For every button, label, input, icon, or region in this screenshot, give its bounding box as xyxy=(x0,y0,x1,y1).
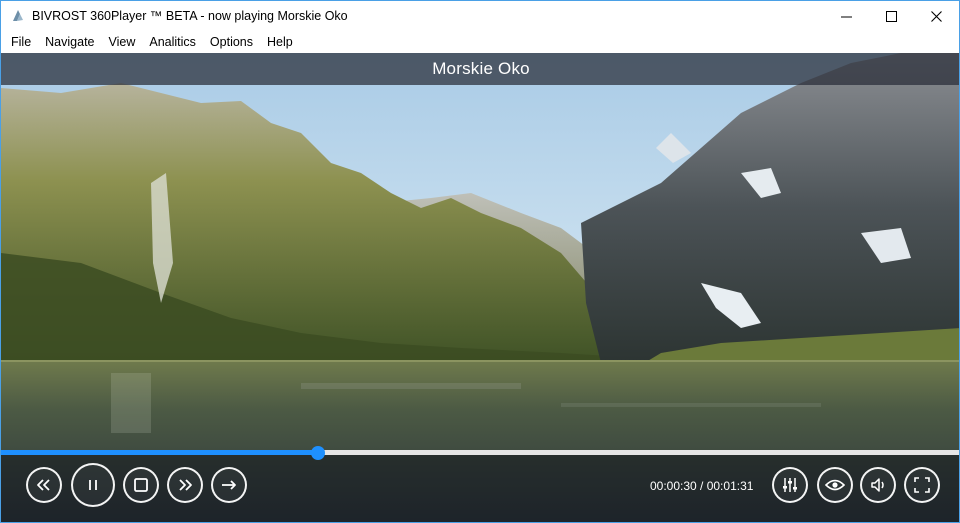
minimize-icon xyxy=(840,16,852,17)
minimize-button[interactable] xyxy=(823,1,869,31)
stop-icon xyxy=(134,478,148,492)
pause-icon xyxy=(89,480,97,490)
volume-button[interactable] xyxy=(860,467,896,503)
video-title-bar: Morskie Oko xyxy=(1,53,959,85)
close-icon xyxy=(930,10,942,22)
fullscreen-button[interactable] xyxy=(904,467,940,503)
seek-handle[interactable] xyxy=(310,446,325,460)
menu-file[interactable]: File xyxy=(4,31,38,53)
video-viewport[interactable]: Morskie Oko 00:00:30 / 00:01:31 xyxy=(0,53,960,523)
time-display: 00:00:30 / 00:01:31 xyxy=(650,479,754,493)
menu-navigate[interactable]: Navigate xyxy=(38,31,101,53)
equalizer-icon xyxy=(783,478,797,492)
stop-button[interactable] xyxy=(123,467,159,503)
next-button[interactable] xyxy=(211,467,247,503)
menu-analitics[interactable]: Analitics xyxy=(142,31,203,53)
rewind-button[interactable] xyxy=(26,467,62,503)
fast-forward-button[interactable] xyxy=(167,467,203,503)
menu-view[interactable]: View xyxy=(102,31,143,53)
maximize-icon xyxy=(885,10,897,22)
next-arrow-icon xyxy=(222,480,236,490)
eye-icon xyxy=(825,479,845,491)
volume-icon xyxy=(871,478,884,492)
player-controls: 00:00:30 / 00:01:31 xyxy=(1,446,959,522)
seek-progress xyxy=(1,450,318,455)
seek-bar[interactable] xyxy=(1,446,959,460)
maximize-button[interactable] xyxy=(868,1,914,31)
video-title: Morskie Oko xyxy=(432,59,530,78)
equalizer-button[interactable] xyxy=(772,467,808,503)
eye-button[interactable] xyxy=(817,467,853,503)
window-title: BIVROST 360Player ™ BETA - now playing M… xyxy=(32,9,348,23)
menu-help[interactable]: Help xyxy=(260,31,300,53)
pause-button[interactable] xyxy=(71,463,115,507)
close-button[interactable] xyxy=(913,1,959,31)
menu-options[interactable]: Options xyxy=(203,31,260,53)
fullscreen-icon xyxy=(914,477,930,493)
fast-forward-icon xyxy=(179,479,192,491)
menu-bar: File Navigate View Analitics Options Hel… xyxy=(0,31,960,53)
rewind-icon xyxy=(37,479,50,491)
bivrost-app-icon xyxy=(13,10,23,21)
window-title-bar[interactable]: BIVROST 360Player ™ BETA - now playing M… xyxy=(0,0,960,31)
